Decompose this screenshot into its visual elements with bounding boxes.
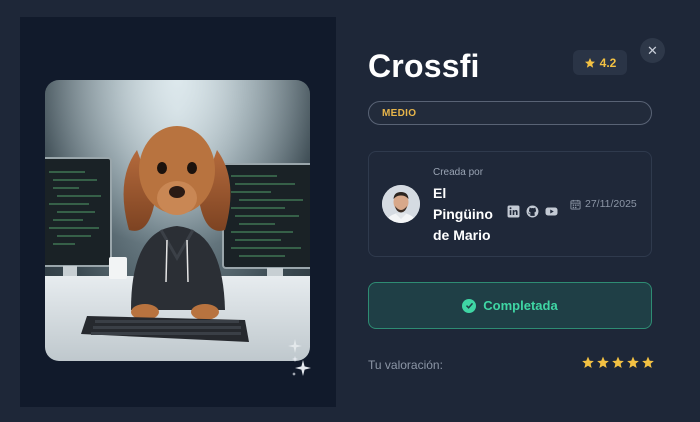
rating-star-5[interactable]: [641, 355, 655, 370]
rating-star-3[interactable]: [611, 355, 625, 370]
challenge-image: [45, 80, 310, 361]
check-circle-icon: [462, 298, 477, 313]
calendar-icon: [570, 199, 581, 210]
difficulty-badge: MEDIO: [368, 101, 652, 125]
creation-date-value: 27/11/2025: [585, 198, 637, 210]
challenge-title: Crossfi: [368, 48, 480, 84]
created-by-label: Creada por: [433, 167, 484, 178]
youtube-icon[interactable]: [545, 205, 558, 218]
challenge-detail-modal: Crossfi 4.2 ✕ MEDIO Creada por El Pingüi…: [0, 0, 700, 422]
creator-card: Creada por El Pingüino de Mario 27/11/20…: [368, 151, 652, 257]
github-icon[interactable]: [526, 205, 539, 218]
close-icon: ✕: [647, 42, 658, 58]
creator-socials: [507, 205, 558, 218]
avatar[interactable]: [382, 185, 420, 223]
image-panel: [20, 17, 336, 407]
rating-star-1[interactable]: [581, 355, 595, 370]
your-rating-label: Tu valoración:: [368, 358, 443, 372]
completed-status-button[interactable]: Completada: [368, 282, 652, 329]
rating-star-4[interactable]: [626, 355, 640, 370]
average-rating-badge: 4.2: [573, 50, 627, 75]
ai-sparkle-icon: [292, 356, 311, 376]
your-rating-stars: [581, 355, 655, 370]
average-rating-value: 4.2: [599, 55, 617, 70]
rating-star-2[interactable]: [596, 355, 610, 370]
sparkle-icon: [288, 339, 302, 353]
creator-name[interactable]: El Pingüino de Mario: [433, 183, 503, 246]
completed-label: Completada: [483, 298, 558, 313]
star-icon: [584, 57, 595, 68]
creation-date: 27/11/2025: [570, 198, 637, 210]
close-button[interactable]: ✕: [640, 38, 665, 63]
linkedin-icon[interactable]: [507, 205, 520, 218]
